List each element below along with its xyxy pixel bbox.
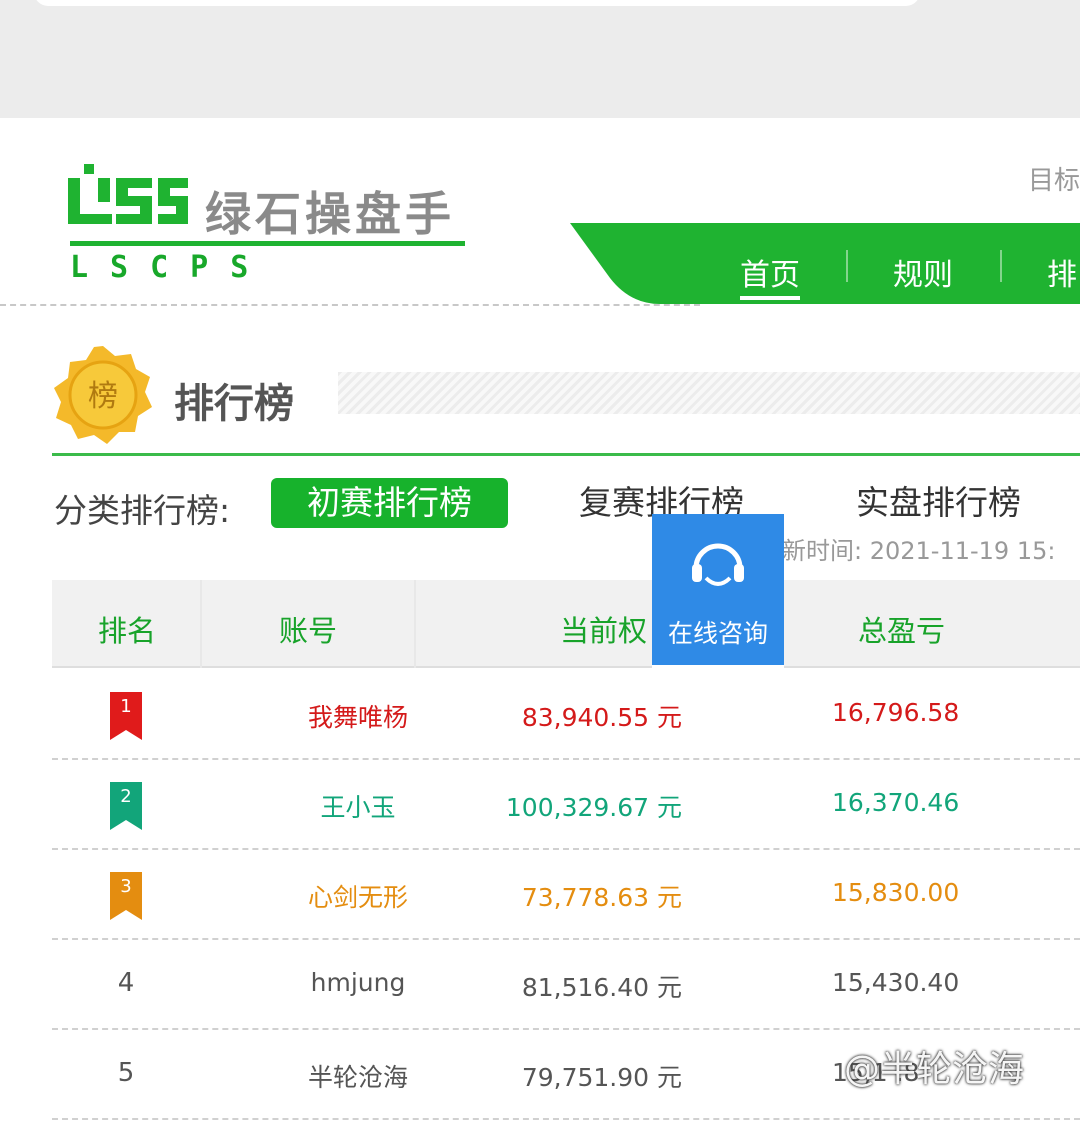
brand-underline — [70, 241, 465, 246]
nav-home[interactable]: 首页 — [740, 250, 800, 300]
total-profit-loss: 16,796.58 — [832, 698, 960, 727]
online-consult-label: 在线咨询 — [667, 619, 768, 648]
rank-ribbon-icon — [110, 782, 142, 830]
header-divider — [0, 304, 700, 306]
watermark: @半轮沧海 — [844, 1049, 1025, 1090]
rank-number: 5 — [117, 1058, 135, 1088]
total-profit-loss: 15,430.40 — [832, 968, 960, 997]
update-time: 新时间: 2021-11-19 15: — [782, 537, 1056, 565]
account-name[interactable]: 半轮沧海 — [258, 1058, 458, 1094]
top-right-link[interactable]: 目标 — [1028, 160, 1080, 197]
brand-name: 绿石操盘手 — [205, 187, 455, 241]
account-name[interactable]: hmjung — [258, 968, 458, 997]
online-consult-button[interactable]: 在线咨询 — [652, 514, 784, 668]
brand-logo-icon — [68, 164, 188, 224]
nav-ranking[interactable]: 排 — [1047, 250, 1077, 294]
nav-separator — [1000, 250, 1002, 282]
table-row: 2 王小玉 100,329.67 元 16,370.46 — [52, 760, 1080, 850]
headset-icon — [692, 543, 744, 586]
address-bar[interactable] — [34, 0, 920, 6]
current-equity: 100,329.67 元 — [505, 793, 682, 822]
nav-separator — [846, 250, 848, 282]
header-account: 账号 — [279, 614, 338, 648]
brand-subtitle: LSCPS — [70, 250, 271, 285]
current-equity: 73,778.63 元 — [521, 883, 682, 912]
table-row: 3 心剑无形 73,778.63 元 15,830.00 — [52, 850, 1080, 940]
account-name[interactable]: 我舞唯杨 — [258, 698, 458, 734]
table-header: 排名 账号 当前权 总盈亏 — [52, 580, 1080, 668]
current-equity: 79,751.90 元 — [521, 1063, 682, 1092]
current-equity: 81,516.40 元 — [521, 973, 682, 1002]
tab-live[interactable]: 实盘排行榜 — [856, 478, 1021, 528]
title-rule — [52, 453, 1080, 456]
account-name[interactable]: 心剑无形 — [258, 878, 458, 914]
account-name[interactable]: 王小玉 — [258, 788, 458, 824]
tab-preliminary[interactable]: 初赛排行榜 — [271, 478, 508, 528]
browser-top-strip — [0, 0, 1080, 118]
table-row: 4 hmjung 81,516.40 元 15,430.40 — [52, 940, 1080, 1030]
nav-rules[interactable]: 规则 — [893, 250, 953, 294]
table-row: 1 我舞唯杨 83,940.55 元 16,796.58 — [52, 670, 1080, 760]
badge-text: 榜 — [88, 379, 118, 414]
header-equity: 当前权 — [560, 614, 648, 648]
total-profit-loss: 15,830.00 — [832, 878, 960, 907]
rank-ribbon-icon — [110, 872, 142, 920]
rank-number: 4 — [117, 968, 135, 998]
total-profit-loss: 16,370.46 — [832, 788, 960, 817]
header-profit-loss: 总盈亏 — [858, 614, 946, 648]
current-equity: 83,940.55 元 — [521, 703, 682, 732]
header-separator — [414, 580, 416, 668]
title-hatch-decoration — [338, 372, 1080, 414]
header-separator — [200, 580, 202, 668]
page-title: 排行榜 — [174, 381, 294, 427]
category-label: 分类排行榜: — [54, 491, 231, 530]
header-rank: 排名 — [98, 614, 157, 648]
ranking-badge-icon: 榜 — [54, 346, 152, 444]
rank-ribbon-icon — [110, 692, 142, 740]
